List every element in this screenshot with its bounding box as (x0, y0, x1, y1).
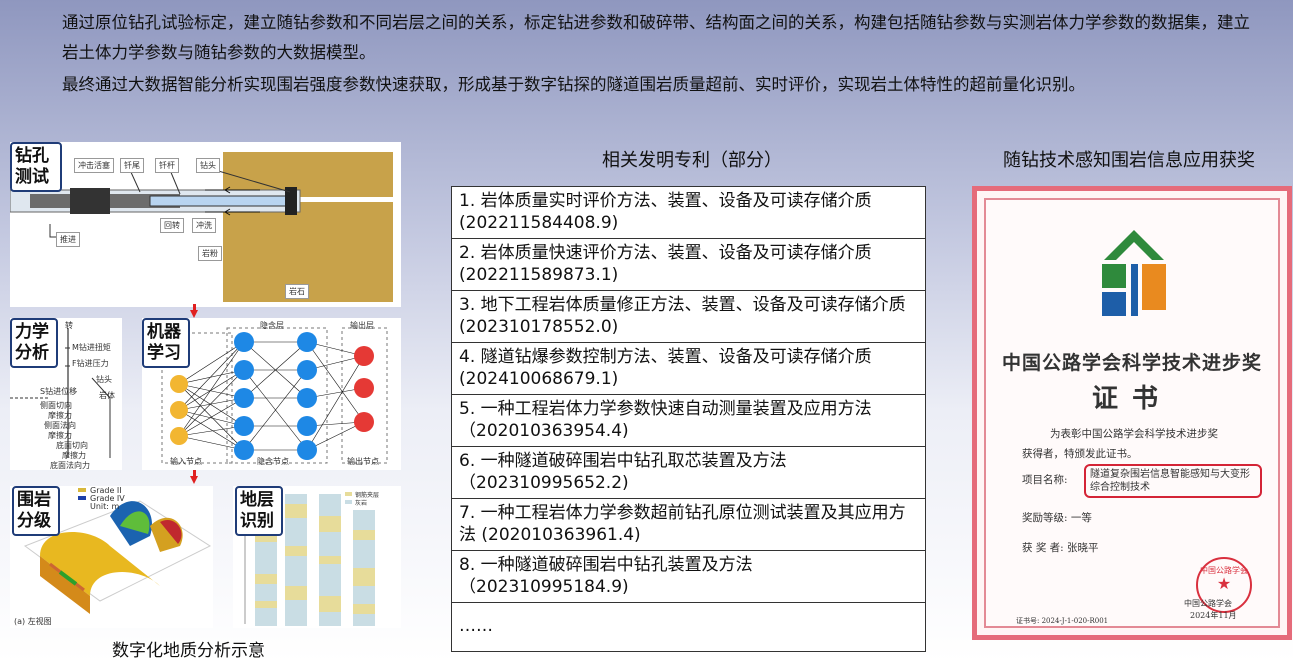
patent-row: 1. 岩体质量实时评价方法、装置、设备及可读存储介质 (202211584408… (452, 187, 925, 239)
certificate: 中国公路学会科学技术进步奖 证书 为表彰中国公路学会科学技术进步奖 获得者，特颁… (972, 186, 1292, 640)
society-logo-icon (1102, 230, 1166, 316)
mech-bit: 钻头 (96, 375, 112, 384)
nn-output-nodes-label: 输出节点 (347, 457, 379, 466)
tag-drill-test: 钻孔测试 (10, 142, 62, 192)
tag-mechanics: 力学分析 (10, 318, 58, 368)
patent-row: 8. 一种隧道破碎围岩中钻孔装置及方法（202310995184.9) (452, 551, 925, 603)
cert-level: 奖励等级: 一等 (1022, 512, 1092, 524)
cert-heading: 中国公路学会科学技术进步奖 (1001, 352, 1262, 374)
cert-heading-2: 证书 (1091, 384, 1172, 414)
patent-row: 4. 隧道钻爆参数控制方法、装置、设备及可读存储介质 (202410068679… (452, 343, 925, 395)
mech-f: F钻进压力 (72, 359, 109, 368)
cert-title: 随钻技术感知围岩信息应用获奖 (1003, 150, 1255, 171)
arrow-down-1 (190, 304, 198, 318)
label-flush: 冲洗 (192, 218, 216, 233)
layer-legend-2: 灰岩 (355, 500, 368, 507)
seal-star-icon: ★ (1216, 574, 1232, 593)
grade-caption: (a) 左视图 (14, 617, 52, 626)
mech-rot: 转 (65, 321, 73, 330)
drill-test-panel: 冲击活塞 钎尾 钎杆 钻头 回转 冲洗 岩粉 推进 岩石 (10, 142, 401, 307)
cert-line-2: 获得者，特颁发此证书。 (1022, 448, 1138, 460)
label-hammer: 冲击活塞 (74, 158, 114, 173)
patents-title: 相关发明专利（部分） (602, 150, 782, 171)
label-powder: 岩粉 (198, 246, 222, 261)
cert-winner: 获 奖 者: 张晓平 (1022, 542, 1099, 554)
grade-legend-unit: Unit: m (90, 502, 120, 511)
label-shank: 钎尾 (120, 158, 144, 173)
mech-rock: 岩体 (99, 391, 115, 400)
label-rotate: 回转 (160, 218, 184, 233)
nn-output-label: 输出层 (350, 321, 374, 330)
cert-number: 证书号: 2024-J-1-020-R001 (1016, 617, 1109, 625)
patent-row: 2. 岩体质量快速评价方法、装置、设备及可读存储介质 (202211589873… (452, 239, 925, 291)
cert-seal-text: 中国公路学会 (1184, 599, 1232, 608)
nn-hidden-label: 隐含层 (260, 321, 284, 330)
patent-row: 6. 一种隧道破碎围岩中钻孔取芯装置及方法（202310995652.2) (452, 447, 925, 499)
intro-paragraph-2: 最终通过大数据智能分析实现围岩强度参数快速获取，形成基于数字钻探的隧道围岩质量超… (62, 75, 1085, 94)
patent-row: 5. 一种工程岩体力学参数快速自动测量装置及应用方法（202010363954.… (452, 395, 925, 447)
certificate-inner: 中国公路学会科学技术进步奖 证书 为表彰中国公路学会科学技术进步奖 获得者，特颁… (984, 198, 1280, 628)
intro-text: 通过原位钻孔试验标定，建立随钻参数和不同岩层之间的关系，标定钻进参数和破碎带、结… (62, 8, 1262, 100)
label-push: 推进 (56, 232, 80, 247)
patent-row-ellipsis: …… (459, 616, 493, 636)
left-caption: 数字化地质分析示意 (112, 641, 265, 661)
tag-machine-learning: 机器学习 (142, 318, 190, 368)
nn-input-nodes-label: 输入节点 (170, 457, 202, 466)
nn-hidden-nodes-label: 隐含节点 (257, 457, 289, 466)
tag-layer-id: 地层识别 (235, 486, 283, 536)
cert-project-label: 项目名称: (1022, 474, 1068, 486)
mech-base2: 底面法向力 (50, 461, 90, 470)
patent-row: 3. 地下工程岩体质量修正方法、装置、设备及可读存储介质 (2023101785… (452, 291, 925, 343)
arrow-down-2 (190, 470, 198, 484)
patent-row: 7. 一种工程岩体力学参数超前钻孔原位测试装置及其应用方法 (202010363… (452, 499, 925, 551)
cert-date: 2024年11月 (1190, 611, 1237, 620)
tag-rock-grade: 围岩分级 (12, 486, 60, 536)
mech-s: S钻进位移 (40, 387, 78, 396)
intro-paragraph-1: 通过原位钻孔试验标定，建立随钻参数和不同岩层之间的关系，标定钻进参数和破碎带、结… (62, 13, 1250, 62)
label-rod: 钎杆 (155, 158, 179, 173)
mech-m: M钻进扭矩 (72, 343, 111, 352)
label-rock: 岩石 (285, 284, 309, 299)
cert-project-name: 隧道复杂围岩信息智能感知与大变形综合控制技术 (1084, 464, 1262, 498)
patents-table: 1. 岩体质量实时评价方法、装置、设备及可读存储介质 (202211584408… (451, 186, 926, 652)
cert-line-1: 为表彰中国公路学会科学技术进步奖 (1050, 428, 1218, 440)
label-bit: 钻头 (196, 158, 220, 173)
